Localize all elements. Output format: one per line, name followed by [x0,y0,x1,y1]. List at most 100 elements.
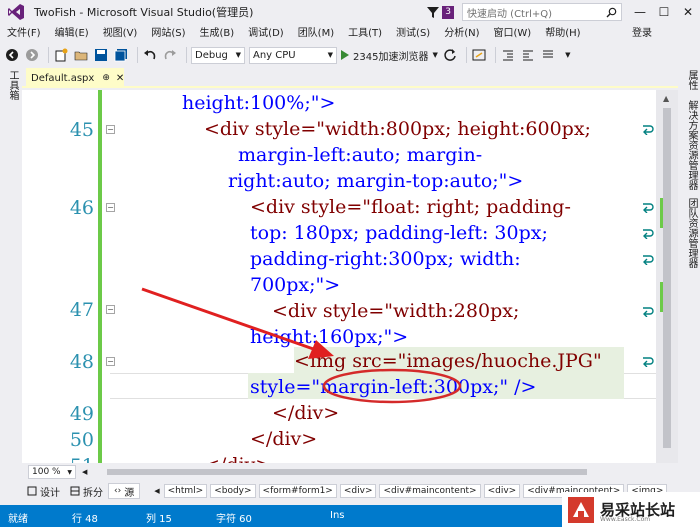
toolbar-separator [137,47,138,63]
vertical-scrollbar[interactable]: ▲ [656,90,678,463]
scroll-left-icon[interactable]: ◀ [154,487,159,495]
comment-icon[interactable] [540,47,556,63]
menu-file[interactable]: 文件(F) [0,24,48,44]
source-view-label: 源 [124,487,135,499]
status-line: 行 48 [72,514,98,525]
source-view-button[interactable]: ‹› 源 [108,483,141,499]
save-all-icon[interactable] [113,47,129,63]
menu-tools[interactable]: 工具(T) [341,24,389,44]
code-editor[interactable]: 45 46 47 48 49 50 51 − − − − height:100%… [22,90,656,463]
code-line: padding-right:300px; width: [250,248,521,270]
quick-launch-input[interactable]: 快速启动 (Ctrl+Q) [462,3,622,21]
code-line: height:160px;"> [250,326,409,348]
site-watermark: 易采站长站 Www.Easck.Com [562,492,700,527]
left-tool-strip: 工具箱 [0,66,22,481]
start-debugging-button[interactable]: 2345加速浏览器 ▼ [341,48,438,63]
title-bar: TwoFish - Microsoft Visual Studio(管理员) 3… [0,0,700,24]
platform-value: Any CPU [253,49,296,61]
chevron-down-icon: ▼ [235,51,241,59]
breadcrumb-item[interactable]: <body> [210,484,256,498]
code-line: </div> [250,428,318,450]
toolbar-separator [465,47,467,63]
menu-view[interactable]: 视图(V) [96,24,145,44]
breadcrumb-item[interactable]: <form#form1> [258,484,337,498]
forward-icon[interactable] [24,47,40,63]
menu-edit[interactable]: 编辑(E) [48,24,96,44]
brand-logo-icon [568,496,594,523]
maximize-button[interactable]: ☐ [652,0,676,24]
document-tab-well: Default.aspx ⊕ ✕ [22,66,678,88]
properties-tab[interactable]: 属性 [684,70,699,90]
line-number: 51 [38,453,94,463]
configuration-select[interactable]: Debug ▼ [191,46,245,64]
word-wrap-icon [643,203,654,213]
menu-analyze[interactable]: 分析(N) [437,24,486,44]
breadcrumb-item[interactable]: <div#maincontent> [379,484,481,498]
design-icon [27,486,37,496]
code-line: <div style="width:280px; [272,300,520,322]
minimize-button[interactable]: — [628,0,652,24]
save-icon[interactable] [93,47,109,63]
platform-select[interactable]: Any CPU ▼ [249,46,337,64]
scroll-left-icon[interactable]: ◀ [82,468,87,476]
menu-test[interactable]: 测试(S) [389,24,437,44]
breadcrumb-item[interactable]: <div> [339,484,377,498]
filter-icon[interactable] [426,5,440,19]
line-number: 49 [69,403,94,425]
zoom-select[interactable]: 100 % ▼ [28,465,76,479]
open-folder-icon[interactable] [73,47,89,63]
menu-help[interactable]: 帮助(H) [538,24,587,44]
collapse-icon[interactable]: − [106,125,115,134]
close-tab-icon[interactable]: ✕ [116,73,124,84]
undo-icon[interactable] [142,47,158,63]
standard-toolbar: Debug ▼ Any CPU ▼ 2345加速浏览器 ▼ ▼ [0,44,700,66]
menu-window[interactable]: 窗口(W) [487,24,539,44]
source-icon: ‹› [114,486,122,496]
breadcrumb-item[interactable]: <html> [163,484,208,498]
indent-icon[interactable] [500,47,516,63]
code-line: height:100%;"> [182,92,336,114]
toolbar-separator [186,47,187,63]
line-number: 47 [69,299,94,321]
change-marker [660,198,663,228]
horizontal-scrollbar-thumb[interactable] [107,469,588,475]
collapse-icon[interactable]: − [106,203,115,212]
browser-link-icon[interactable] [471,47,487,63]
status-insert-mode: Ins [330,510,345,521]
outdent-icon[interactable] [520,47,536,63]
breadcrumb-item[interactable]: <div> [483,484,521,498]
design-view-label: 设计 [40,487,60,499]
menu-team[interactable]: 团队(M) [291,24,341,44]
menu-debug[interactable]: 调试(D) [241,24,291,44]
menu-website[interactable]: 网站(S) [144,24,192,44]
line-number: 45 [69,119,94,141]
split-view-button[interactable]: 拆分 [65,483,108,499]
design-view-button[interactable]: 设计 [22,483,65,499]
back-icon[interactable] [4,47,20,63]
window-title: TwoFish - Microsoft Visual Studio(管理员) [34,6,254,19]
collapse-icon[interactable]: − [106,305,115,314]
scroll-up-icon[interactable]: ▲ [663,94,669,103]
notification-badge[interactable]: 3 [442,5,454,19]
status-column: 列 15 [146,514,172,525]
pin-icon[interactable]: ⊕ [102,73,110,83]
close-window-button[interactable]: ✕ [676,0,700,24]
redo-icon[interactable] [162,47,178,63]
scrollbar-thumb[interactable] [663,108,671,448]
play-icon [341,50,349,60]
line-number: 48 [69,351,94,373]
tab-label: Default.aspx [31,72,95,84]
team-explorer-tab[interactable]: 团队资源管理器 [684,198,699,268]
refresh-icon[interactable] [442,47,458,63]
solution-explorer-tab[interactable]: 解决方案资源管理器 [684,100,699,190]
change-tracking-bar [98,90,102,463]
login-link[interactable]: 登录 [632,24,652,44]
menu-build[interactable]: 生成(B) [193,24,242,44]
toolbox-tab[interactable]: 工具箱 [5,70,20,100]
vs-logo-icon [4,0,28,24]
new-project-icon[interactable] [53,47,69,63]
tab-default-aspx[interactable]: Default.aspx ⊕ ✕ [26,68,124,88]
collapse-icon[interactable]: − [106,357,115,366]
chevron-down-icon[interactable]: ▼ [560,47,576,63]
code-line: margin-left:auto; margin- [238,144,483,166]
